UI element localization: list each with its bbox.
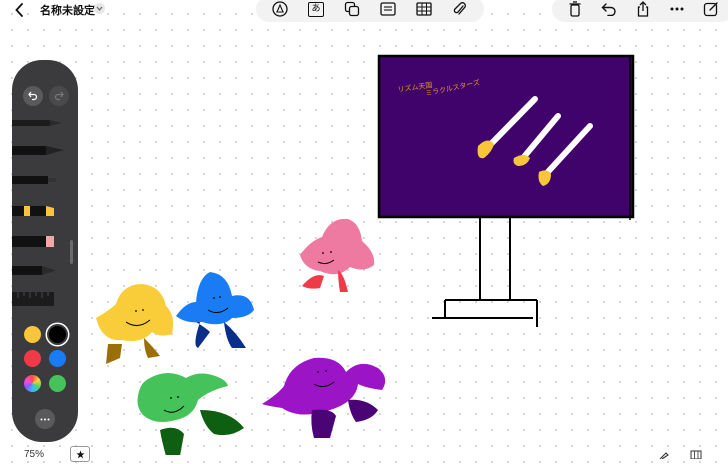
marker-tool[interactable]	[12, 146, 64, 155]
pen-tool-button[interactable]	[262, 0, 298, 20]
attachment-button[interactable]	[442, 0, 478, 20]
more-icon	[670, 7, 684, 11]
pink-creature-drawing	[300, 218, 375, 292]
palette-more-button[interactable]	[35, 409, 55, 429]
text-box-icon: あ	[308, 1, 324, 17]
redo-icon	[54, 91, 64, 101]
share-icon	[637, 1, 649, 17]
color-swatch-green[interactable]	[49, 375, 66, 392]
purple-creature-drawing	[262, 357, 386, 438]
right-action-group	[552, 0, 728, 22]
color-swatch-blue[interactable]	[49, 350, 66, 367]
paperclip-icon	[453, 2, 466, 15]
table-icon	[416, 2, 432, 16]
undo-button[interactable]	[592, 0, 626, 20]
text-box-button[interactable]: あ	[298, 0, 334, 20]
undo-icon	[28, 91, 38, 101]
back-button[interactable]	[8, 0, 30, 20]
board-rect	[377, 54, 635, 219]
navigator-button[interactable]	[690, 446, 702, 464]
eraser-tool[interactable]	[12, 236, 54, 247]
blue-creature-drawing	[176, 272, 254, 348]
trash-icon	[569, 1, 581, 17]
chevron-down-icon	[96, 6, 103, 11]
pen-cursor-button[interactable]	[658, 446, 670, 464]
table-button[interactable]	[406, 0, 442, 20]
drawing-canvas[interactable]: リズム天国 ミラクルスターズ	[0, 0, 728, 455]
pen-tool-icon	[272, 1, 288, 17]
center-tool-group: あ	[256, 0, 484, 22]
undo-icon	[601, 3, 616, 16]
delete-button[interactable]	[558, 0, 592, 20]
palette-resize-handle[interactable]	[70, 240, 73, 264]
palette-redo-button[interactable]	[49, 86, 69, 106]
favorite-button[interactable]	[70, 446, 90, 462]
green-creature-drawing	[137, 373, 244, 455]
more-icon	[40, 418, 50, 420]
color-swatch-yellow[interactable]	[24, 326, 41, 343]
new-board-button[interactable]	[694, 0, 728, 20]
more-button[interactable]	[660, 0, 694, 20]
pen-tool[interactable]	[12, 120, 62, 126]
compose-icon	[703, 2, 718, 17]
board-drawing: リズム天国 ミラクルスターズ	[377, 54, 635, 327]
shapes-button[interactable]	[334, 0, 370, 20]
fineliner-tool[interactable]	[12, 176, 56, 184]
top-toolbar: 名称未設定 あ	[0, 0, 728, 22]
color-wheel-icon[interactable]	[24, 375, 41, 392]
drawing-tools	[12, 120, 64, 306]
highlighter-tool[interactable]	[12, 206, 54, 216]
star-icon	[75, 449, 85, 458]
ruler-tool[interactable]	[12, 292, 54, 306]
yellow-creature-drawing	[96, 284, 174, 364]
sticky-note-icon	[380, 2, 396, 16]
title-menu-button[interactable]	[94, 3, 105, 14]
sticky-note-button[interactable]	[370, 0, 406, 20]
pencil-tool[interactable]	[12, 266, 56, 275]
chevron-left-icon	[14, 3, 23, 17]
color-swatch-black[interactable]	[49, 326, 66, 343]
color-swatch-red[interactable]	[24, 350, 41, 367]
share-button[interactable]	[626, 0, 660, 20]
shapes-icon	[344, 1, 360, 17]
tool-palette	[12, 60, 78, 442]
palette-undo-button[interactable]	[23, 86, 43, 106]
document-title[interactable]: 名称未設定	[40, 2, 95, 18]
